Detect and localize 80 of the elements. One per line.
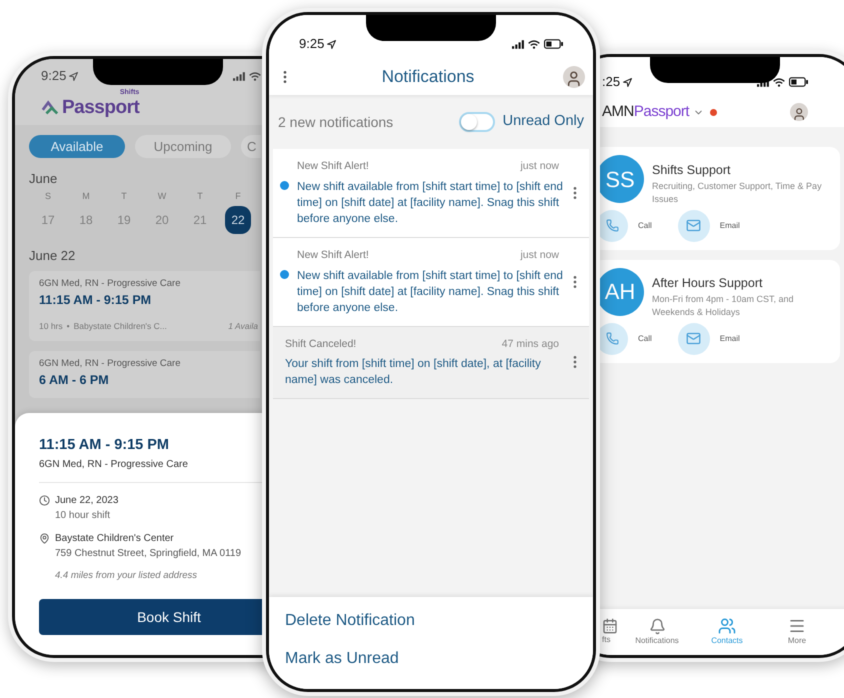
wifi-icon <box>528 40 540 48</box>
status-time: 9:25 <box>41 67 66 86</box>
avatar-icon[interactable] <box>790 103 808 121</box>
status-time: 9:25 <box>299 35 324 54</box>
tab-bar-item[interactable]: Notifications <box>622 618 692 646</box>
weekday-label: S <box>44 190 52 203</box>
battery-icon <box>544 39 563 49</box>
detail-facility: Baystate Children's Center <box>55 532 175 546</box>
contact-name: Shifts Support <box>652 162 732 179</box>
location-pin-icon <box>39 532 50 544</box>
phone-icon <box>606 332 618 345</box>
notification-time: 47 mins ago <box>502 336 559 352</box>
contact-description: Mon-Fri from 4pm - 10am CST, and Weekends & Holidays <box>652 292 795 318</box>
avatar-icon[interactable] <box>562 66 585 88</box>
notification-message: New shift available from [shift start time] to [shift end time] on [shift date] at [facility name]. Snag this shift before anyone else. <box>297 180 563 227</box>
facility-name: Babystate Children's C... <box>74 320 167 333</box>
separator-dot: • <box>66 320 70 333</box>
shift-time: 6 AM - 6 PM <box>39 372 110 389</box>
unit-label: 6GN Med, RN - Progressive Care <box>39 277 182 291</box>
shift-card[interactable]: 6GN Med, RN - Progressive Care 11:15 AM - 9:15 PM 10 hrs • Babystate Children's C... 1 Availa <box>29 271 260 341</box>
brand-prefix: AMN <box>602 102 634 122</box>
tab-bar-item[interactable]: More <box>762 617 832 647</box>
weekday-label: T <box>196 190 204 203</box>
unit-label: 6GN Med, RN - Progressive Care <box>39 356 182 371</box>
notification-time: just now <box>520 248 559 263</box>
notification-item[interactable]: Shift Canceled! 47 mins ago Your shift from [shift time] on [shift date], at [facility name] was canceled. <box>273 326 589 400</box>
clock-icon <box>39 494 50 506</box>
location-arrow-icon <box>327 40 336 48</box>
availability-label: 1 Availa <box>228 320 258 333</box>
month-label: June <box>29 170 58 188</box>
weekday-label: W <box>156 190 168 203</box>
tab-bar-item[interactable]: fts <box>602 618 622 646</box>
mail-icon <box>686 331 702 346</box>
notification-title: Shift Canceled! <box>285 336 356 352</box>
new-notifications-count: 2 new notifications <box>278 112 394 132</box>
shift-time: 11:15 AM - 9:15 PM <box>39 292 152 310</box>
location-arrow-icon <box>69 72 78 80</box>
weekday-label: T <box>120 190 128 203</box>
shift-hours: 10 hrs <box>39 320 63 333</box>
wifi-icon <box>249 72 261 80</box>
detail-shift-time: 11:15 AM - 9:15 PM <box>39 436 170 455</box>
action-sheet-option[interactable]: Mark as Unread <box>285 647 577 671</box>
notification-title: New Shift Alert! <box>297 248 369 263</box>
detail-address: 759 Chestnut Street, Springfield, MA 0119 <box>55 546 242 561</box>
contact-description: Recruiting, Customer Support, Time & Pay Issues <box>652 180 823 206</box>
notification-title: New Shift Alert! <box>297 159 369 174</box>
day-heading: June 22 <box>29 246 76 264</box>
screen-title: Notifications <box>382 66 474 88</box>
notification-message: Your shift from [shift time] on [shift date], at [facility name] was canceled. <box>285 357 542 388</box>
mail-icon <box>686 218 702 234</box>
notification-item[interactable]: New Shift Alert! just now New shift available from [shift start time] to [shift end time] on [shift date] at [facility name]. Snag this shift before anyone else. <box>273 238 589 326</box>
detail-date: June 22, 2023 <box>55 494 118 508</box>
weekday-label: F <box>234 190 242 203</box>
signal-icon <box>512 40 524 48</box>
logo-text: Passport <box>62 96 140 118</box>
filter-tab[interactable]: Available <box>29 135 125 158</box>
shift-card[interactable]: 6GN Med, RN - Progressive Care 6 AM - 6 PM <box>29 350 260 398</box>
unread-toggle[interactable] <box>458 112 495 132</box>
wifi-icon <box>773 78 785 86</box>
notification-time: just now <box>520 159 559 174</box>
phone-icon <box>606 219 618 232</box>
contact-name: After Hours Support <box>652 274 764 292</box>
logo-icon <box>41 99 59 117</box>
bell-icon <box>648 618 666 634</box>
calendar-icon <box>602 618 618 634</box>
people-icon <box>718 617 736 635</box>
toggle-label: Unread Only <box>502 112 584 132</box>
detail-unit: 6GN Med, RN - Progressive Care <box>39 458 189 472</box>
weekday-label: M <box>81 190 91 203</box>
battery-icon <box>789 77 808 87</box>
notification-item[interactable]: New Shift Alert! just now New shift available from [shift start time] to [shift end time] on [shift date] at [facility name]. Snag this shift before anyone else. <box>273 149 589 238</box>
menu-icon <box>788 617 806 635</box>
detail-distance: 4.4 miles from your listed address <box>55 568 198 583</box>
detail-duration: 10 hour shift <box>55 508 112 523</box>
date-button[interactable]: 22 <box>225 206 251 234</box>
signal-icon <box>233 72 245 80</box>
notification-message: New shift available from [shift start time] to [shift end time] on [shift date] at [facility name]. Snag this shift before anyone else. <box>297 268 563 316</box>
status-time: :25 <box>602 73 620 92</box>
brand-name: Passport <box>634 102 690 122</box>
location-arrow-icon <box>623 78 632 86</box>
